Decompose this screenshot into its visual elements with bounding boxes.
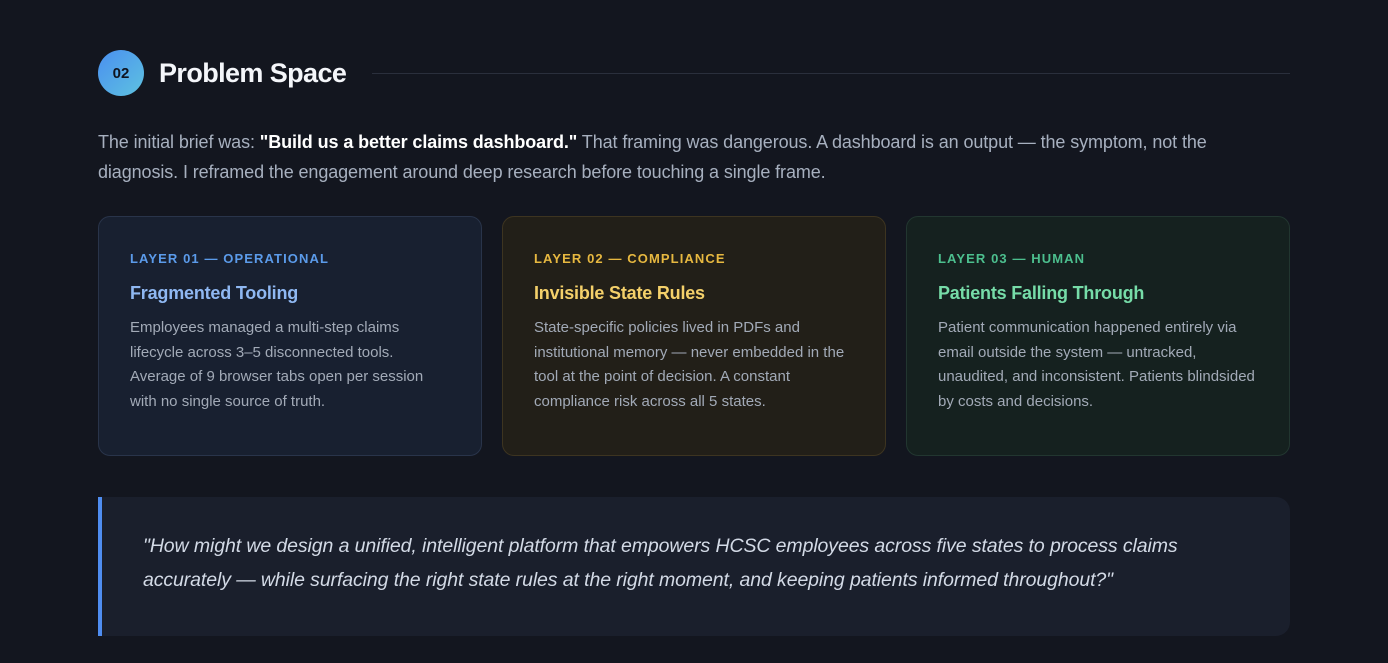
layer-label: LAYER 01 — OPERATIONAL <box>130 251 330 266</box>
layer-description: Employees managed a multi-step claims li… <box>130 319 424 410</box>
layer-title: Invisible State Rules <box>534 283 705 303</box>
problem-layers: LAYER 01 — OPERATIONAL Fragmented Toolin… <box>98 216 1290 456</box>
section-title: Problem Space <box>159 57 347 88</box>
header-divider <box>372 72 1290 74</box>
layer-card-operational: LAYER 01 — OPERATIONAL Fragmented Toolin… <box>98 216 482 456</box>
intro-lead: The initial brief was: <box>98 132 260 152</box>
layer-label: LAYER 03 — HUMAN <box>938 251 1086 266</box>
section-header: 02 Problem Space <box>98 50 1290 96</box>
layer-label: LAYER 02 — COMPLIANCE <box>534 251 726 266</box>
intro-emphasis: "Build us a better claims dashboard." <box>259 132 578 152</box>
section-number-badge: 02 <box>98 50 144 96</box>
layer-title: Patients Falling Through <box>938 283 1145 303</box>
layer-title: Fragmented Tooling <box>130 283 299 303</box>
hmw-quote-text: "How might we design a unified, intellig… <box>143 535 1178 591</box>
hmw-quote-block: "How might we design a unified, intellig… <box>98 497 1290 636</box>
layer-description: Patient communication happened entirely … <box>938 319 1255 410</box>
layer-card-compliance: LAYER 02 — COMPLIANCE Invisible State Ru… <box>502 216 886 456</box>
layer-card-human: LAYER 03 — HUMAN Patients Falling Throug… <box>906 216 1290 456</box>
layer-description: State-specific policies lived in PDFs an… <box>534 319 845 410</box>
intro-paragraph: The initial brief was: "Build us a bette… <box>98 127 1290 187</box>
